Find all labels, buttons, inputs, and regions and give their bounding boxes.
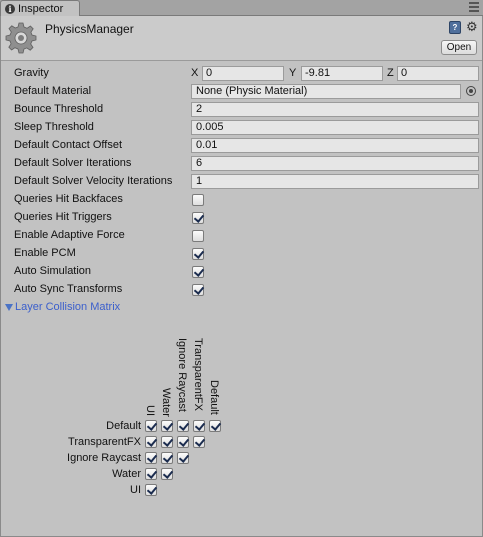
queries-hit-triggers-checkbox[interactable]: [192, 212, 204, 224]
object-picker-icon[interactable]: [466, 86, 476, 96]
bounce-threshold-field[interactable]: 2: [191, 102, 479, 117]
tab-label: Inspector: [18, 2, 64, 15]
info-icon: i: [5, 3, 15, 14]
matrix-checkbox[interactable]: [145, 484, 157, 496]
auto-sync-transforms-label: Auto Sync Transforms: [14, 283, 123, 295]
inspector-header: PhysicsManager ? ⚙ Open: [1, 16, 482, 61]
matrix-checkbox[interactable]: [177, 420, 189, 432]
default-solver-iterations-field[interactable]: 6: [191, 156, 479, 171]
auto-sync-transforms-checkbox[interactable]: [192, 284, 204, 296]
enable-adaptive-force-label: Enable Adaptive Force: [14, 229, 125, 241]
auto-simulation-checkbox[interactable]: [192, 266, 204, 278]
default-material-field[interactable]: None (Physic Material): [191, 84, 461, 99]
gravity-label: Gravity: [14, 67, 49, 79]
gravity-y-field[interactable]: -9.81: [301, 66, 383, 81]
default-material-row: Default Material None (Physic Material): [1, 83, 482, 101]
sleep-threshold-label: Sleep Threshold: [14, 121, 94, 133]
inspector-panel: PhysicsManager ? ⚙ Open Gravity X 0 Y -9…: [0, 16, 483, 537]
matrix-checkbox[interactable]: [161, 452, 173, 464]
bounce-threshold-row: Bounce Threshold 2: [1, 101, 482, 119]
auto-simulation-label: Auto Simulation: [14, 265, 92, 277]
enable-adaptive-force-checkbox[interactable]: [192, 230, 204, 242]
help-book-icon[interactable]: ?: [449, 21, 461, 34]
gear-icon: [5, 22, 37, 54]
queries-hit-backfaces-checkbox[interactable]: [192, 194, 204, 206]
default-material-label: Default Material: [14, 85, 92, 97]
matrix-checkbox[interactable]: [145, 436, 157, 448]
foldout-arrow-icon: [5, 304, 13, 311]
sleep-threshold-row: Sleep Threshold 0.005: [1, 119, 482, 137]
auto-simulation-row: Auto Simulation: [1, 263, 482, 281]
matrix-checkbox[interactable]: [145, 468, 157, 480]
matrix-checkbox[interactable]: [193, 436, 205, 448]
gravity-z-field[interactable]: 0: [397, 66, 479, 81]
matrix-checkbox[interactable]: [145, 452, 157, 464]
matrix-column-label: Default: [208, 380, 220, 415]
default-solver-iterations-row: Default Solver Iterations 6: [1, 155, 482, 173]
matrix-column-label: UI: [144, 405, 156, 416]
matrix-row-label: TransparentFX: [68, 436, 141, 448]
layer-collision-matrix-foldout[interactable]: Layer Collision Matrix: [1, 300, 482, 316]
matrix-row-label: Water: [112, 468, 141, 480]
queries-hit-triggers-label: Queries Hit Triggers: [14, 211, 112, 223]
tab-strip: i Inspector: [0, 0, 483, 16]
matrix-checkbox[interactable]: [161, 468, 173, 480]
auto-sync-transforms-row: Auto Sync Transforms: [1, 281, 482, 299]
page-title: PhysicsManager: [45, 22, 134, 36]
matrix-checkbox[interactable]: [161, 436, 173, 448]
layer-collision-matrix-label: Layer Collision Matrix: [15, 301, 121, 313]
default-contact-offset-label: Default Contact Offset: [14, 139, 123, 151]
matrix-checkbox[interactable]: [209, 420, 221, 432]
enable-adaptive-force-row: Enable Adaptive Force: [1, 227, 482, 245]
matrix-checkbox[interactable]: [161, 420, 173, 432]
queries-hit-backfaces-label: Queries Hit Backfaces: [14, 193, 123, 205]
matrix-row-label: UI: [130, 484, 141, 496]
enable-pcm-checkbox[interactable]: [192, 248, 204, 260]
matrix-column-label: TransparentFX: [192, 338, 204, 411]
gravity-x-field[interactable]: 0: [202, 66, 284, 81]
matrix-row-label: Default: [106, 420, 141, 432]
tab-inspector[interactable]: i Inspector: [0, 0, 80, 16]
tab-menu-icon[interactable]: [469, 2, 479, 12]
matrix-column-label: Ignore Raycast: [176, 338, 188, 412]
default-solver-iterations-label: Default Solver Iterations: [14, 157, 132, 169]
matrix-checkbox[interactable]: [193, 420, 205, 432]
sleep-threshold-field[interactable]: 0.005: [191, 120, 479, 135]
gravity-z-label[interactable]: Z: [387, 67, 394, 79]
layer-collision-matrix: UI Water Ignore Raycast TransparentFX De…: [1, 316, 482, 516]
default-solver-velocity-iterations-label: Default Solver Velocity Iterations: [14, 175, 173, 187]
queries-hit-triggers-row: Queries Hit Triggers: [1, 209, 482, 227]
matrix-checkbox[interactable]: [177, 436, 189, 448]
default-solver-velocity-iterations-row: Default Solver Velocity Iterations 1: [1, 173, 482, 191]
queries-hit-backfaces-row: Queries Hit Backfaces: [1, 191, 482, 209]
settings-gear-icon[interactable]: ⚙: [466, 20, 478, 33]
enable-pcm-row: Enable PCM: [1, 245, 482, 263]
matrix-row-label: Ignore Raycast: [67, 452, 141, 464]
open-button[interactable]: Open: [441, 40, 477, 55]
default-contact-offset-row: Default Contact Offset 0.01: [1, 137, 482, 155]
gravity-y-label[interactable]: Y: [289, 67, 296, 79]
default-solver-velocity-iterations-field[interactable]: 1: [191, 174, 479, 189]
bounce-threshold-label: Bounce Threshold: [14, 103, 104, 115]
gravity-row: Gravity X 0 Y -9.81 Z 0: [1, 65, 482, 83]
matrix-checkbox[interactable]: [145, 420, 157, 432]
matrix-column-label: Water: [160, 388, 172, 417]
matrix-checkbox[interactable]: [177, 452, 189, 464]
gravity-x-label[interactable]: X: [191, 67, 198, 79]
enable-pcm-label: Enable PCM: [14, 247, 76, 259]
default-contact-offset-field[interactable]: 0.01: [191, 138, 479, 153]
